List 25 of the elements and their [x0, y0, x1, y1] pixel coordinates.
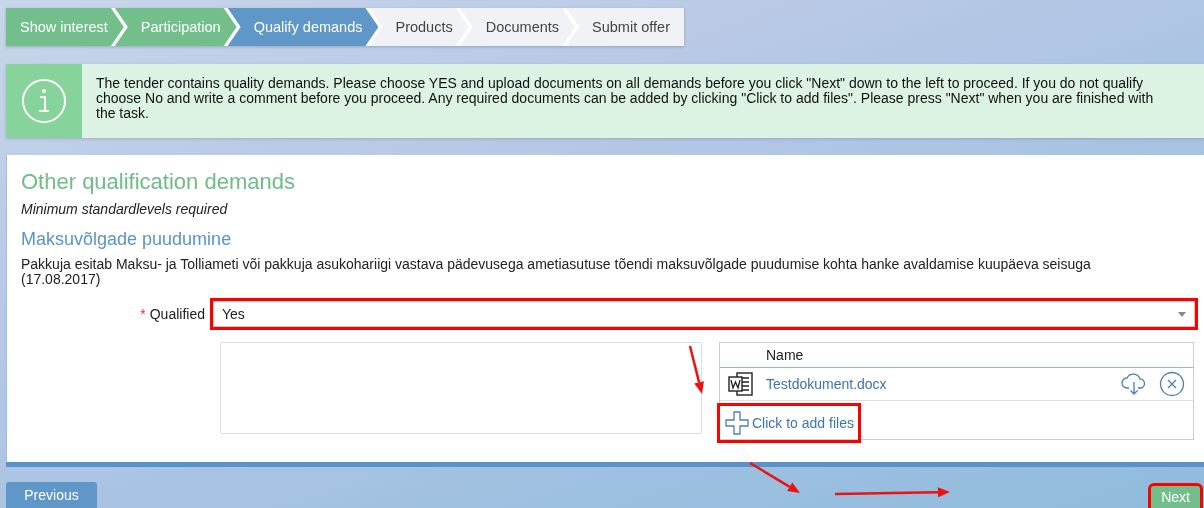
demand-description: Pakkuja esitab Maksu- ja Tolliameti või pakkuja asukohariigi vastava pädevusega ametiasutuse tõendi maksuvõlgade puudumise kohta hanke avaldamise kuupäeva seisuga (17.08.2017): [21, 257, 1092, 287]
section-subtitle: Minimum standardlevels required: [21, 201, 229, 217]
file-link[interactable]: Testdokument.docx: [766, 376, 1109, 392]
step-tab[interactable]: Documents: [459, 8, 576, 46]
step-tab[interactable]: Products: [369, 8, 469, 46]
demand-title: Maksuvõlgade puudumine: [21, 229, 233, 250]
remove-icon[interactable]: [1159, 371, 1185, 397]
arrow: [688, 345, 704, 394]
qualified-dropdown[interactable]: Yes: [213, 301, 1195, 327]
word-document-icon: [728, 372, 754, 396]
info-icon: [21, 78, 67, 124]
step-tab[interactable]: Submit offer: [566, 8, 684, 46]
step-tab[interactable]: Qualify demands: [227, 8, 379, 46]
field-label: Qualified: [149, 306, 205, 322]
caret-icon: [1178, 311, 1186, 317]
previous-button[interactable]: Previous: [6, 482, 97, 508]
section-title: Other qualification demands: [21, 169, 296, 195]
cloud-download-icon[interactable]: [1121, 372, 1147, 396]
add-files-link[interactable]: Click to add files: [720, 406, 858, 440]
comment-field[interactable]: [220, 342, 702, 434]
column-header: Name: [766, 347, 804, 363]
plus-icon: [724, 410, 750, 436]
arrow: [749, 461, 800, 493]
info-text: The tender contains quality demands. Please choose YES and upload documents on all demands before you click "Next" down to the left to proceed. If you do not qualify choose No and write a comment before you proceed. Any required documents can be added by clicking "Click to add files". Please press "Next" when you are finished with the task.: [95, 74, 1155, 123]
required-mark: *: [140, 306, 146, 322]
